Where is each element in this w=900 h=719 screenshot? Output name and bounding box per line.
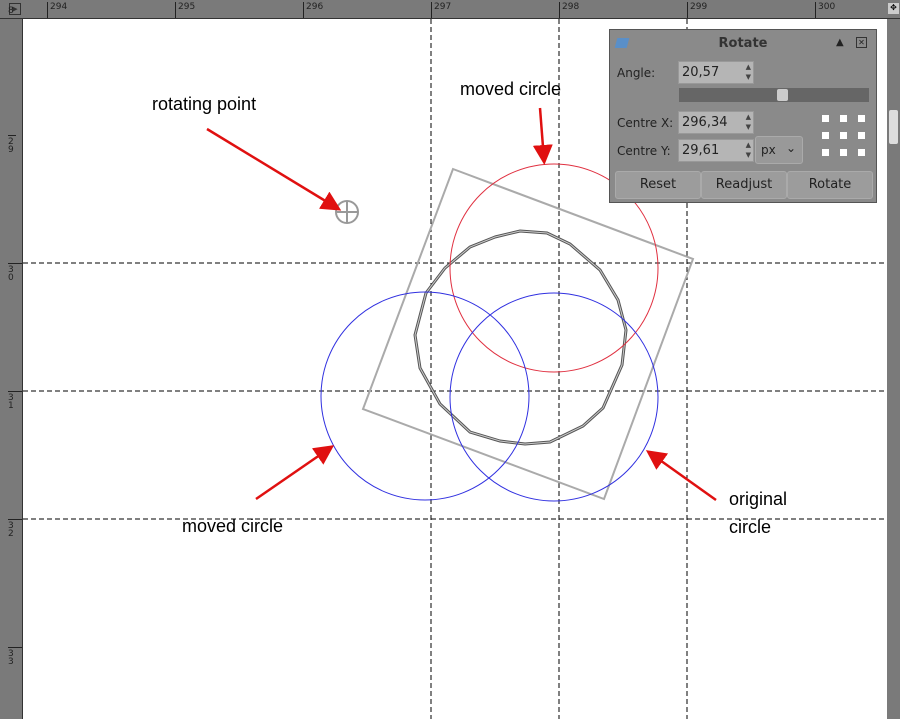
rotation-center-icon [335, 200, 359, 224]
rotate-button[interactable]: Rotate [787, 171, 873, 199]
collapse-icon[interactable]: ▲ [836, 37, 844, 48]
annotation-rotating-point: rotating point [152, 94, 257, 114]
arrow-original-circle [645, 450, 717, 502]
angle-label: Angle: [617, 66, 656, 80]
centre-x-input[interactable]: 296,34 ▲ ▼ [678, 111, 754, 134]
slider-handle[interactable] [777, 89, 789, 101]
centre-y-input[interactable]: 29,61 ▲ ▼ [678, 139, 754, 162]
unit-select[interactable]: px ⌄ [755, 136, 803, 164]
arrow-moved-circle-bottom [255, 445, 335, 501]
centre-y-label: Centre Y: [617, 144, 671, 158]
spin-arrows-icon[interactable]: ▲ ▼ [746, 112, 751, 132]
annotation-moved-circle: moved circle [460, 79, 562, 99]
annotation-original-circle: original circle [729, 489, 788, 537]
spin-arrows-icon[interactable]: ▲ ▼ [746, 62, 751, 82]
moved-circle-blue [320, 291, 530, 501]
centre-x-label: Centre X: [617, 116, 674, 130]
pivot-anchor-grid[interactable] [822, 115, 866, 157]
arrow-moved-circle-top [532, 107, 553, 165]
readjust-button[interactable]: Readjust [701, 171, 787, 199]
centre-x-value: 296,34 [682, 115, 728, 130]
close-icon[interactable]: ✕ [856, 37, 867, 48]
chevron-down-icon: ⌄ [785, 141, 796, 155]
rotate-dialog: Rotate ▲ ✕ Angle: 20,57 ▲ ▼ Centre X: 296,… [609, 29, 877, 203]
arrow-rotating-point [206, 127, 342, 211]
unit-value: px [761, 143, 776, 157]
reset-button[interactable]: Reset [615, 171, 701, 199]
centre-y-value: 29,61 [682, 143, 720, 158]
angle-slider[interactable] [679, 88, 869, 102]
spin-arrows-icon[interactable]: ▲ ▼ [746, 140, 751, 160]
angle-value: 20,57 [682, 65, 720, 80]
annotation-moved-circle: moved circle [182, 516, 284, 536]
original-circle [449, 292, 659, 502]
angle-input[interactable]: 20,57 ▲ ▼ [678, 61, 754, 84]
